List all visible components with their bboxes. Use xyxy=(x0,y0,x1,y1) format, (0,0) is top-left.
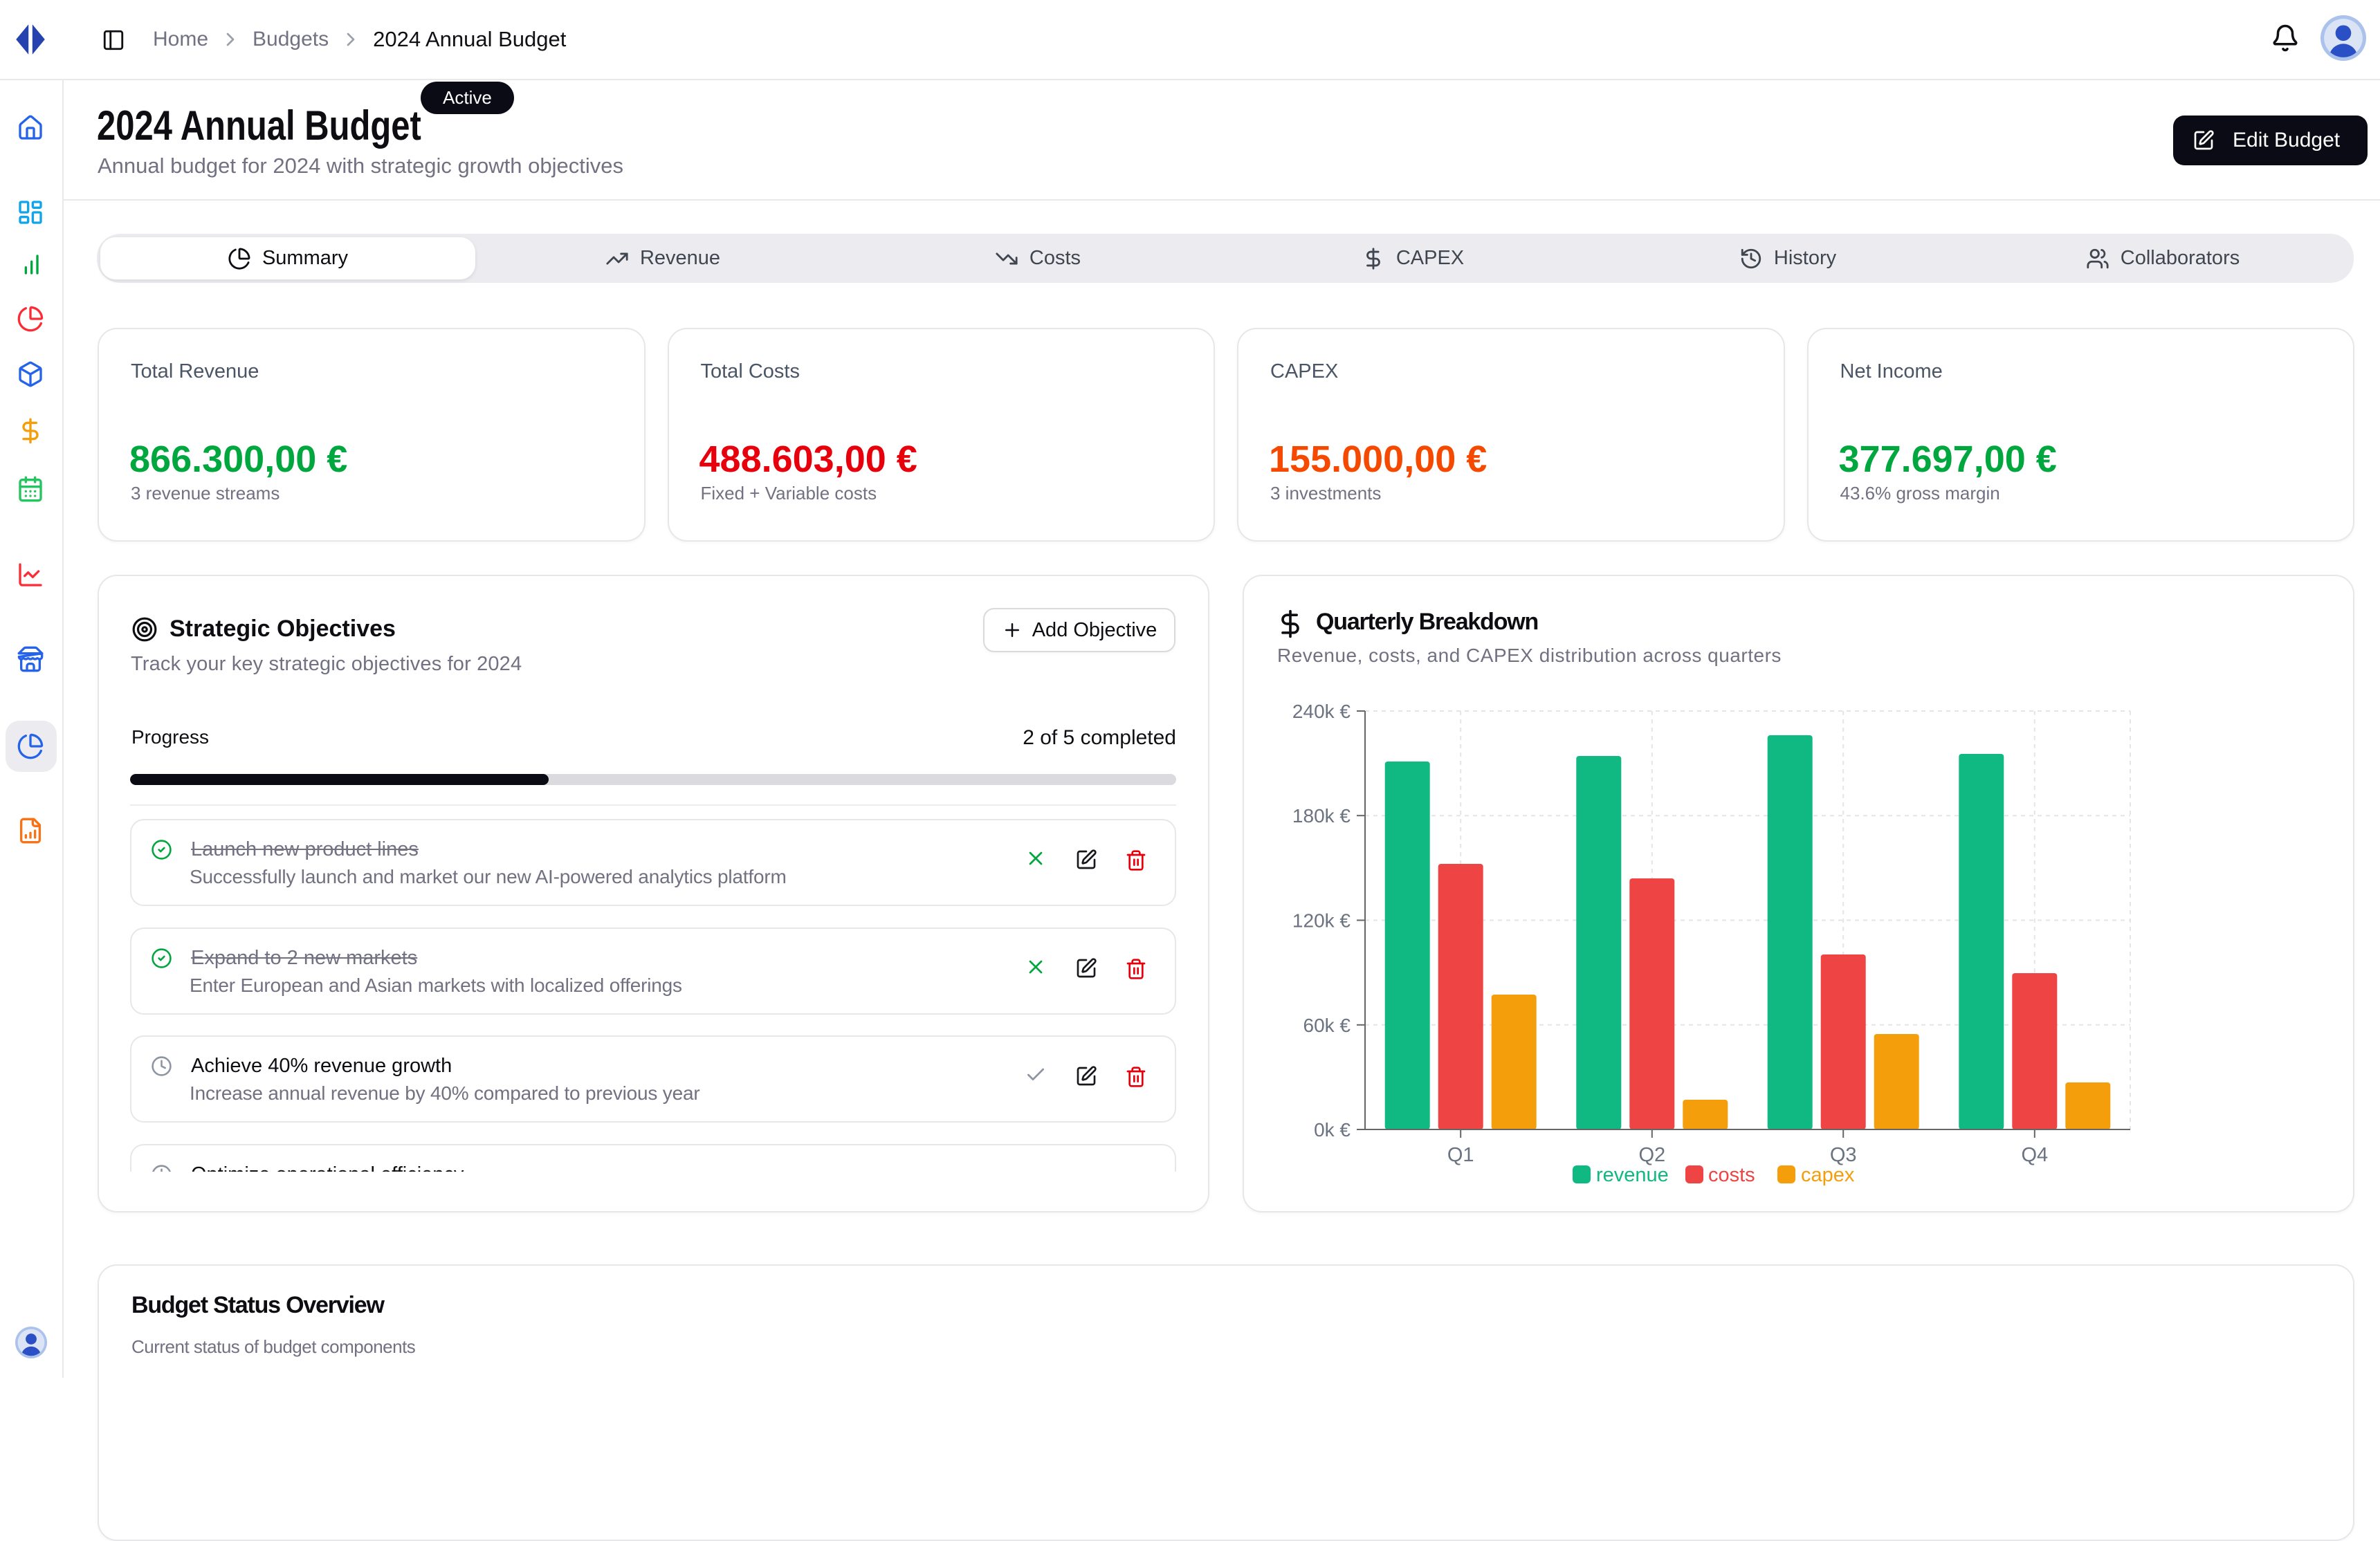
svg-text:60k €: 60k € xyxy=(1303,1015,1351,1036)
svg-text:Q2: Q2 xyxy=(1638,1144,1665,1166)
svg-text:Q1: Q1 xyxy=(1447,1144,1474,1166)
svg-text:180k €: 180k € xyxy=(1292,805,1351,827)
svg-text:capex: capex xyxy=(1801,1164,1855,1186)
svg-text:costs: costs xyxy=(1708,1164,1755,1186)
svg-text:120k €: 120k € xyxy=(1292,910,1351,932)
svg-text:revenue: revenue xyxy=(1596,1164,1669,1186)
svg-text:Q4: Q4 xyxy=(2021,1144,2048,1166)
svg-text:Q3: Q3 xyxy=(1830,1144,1857,1166)
svg-text:0k €: 0k € xyxy=(1314,1119,1351,1141)
svg-text:240k €: 240k € xyxy=(1292,701,1351,722)
